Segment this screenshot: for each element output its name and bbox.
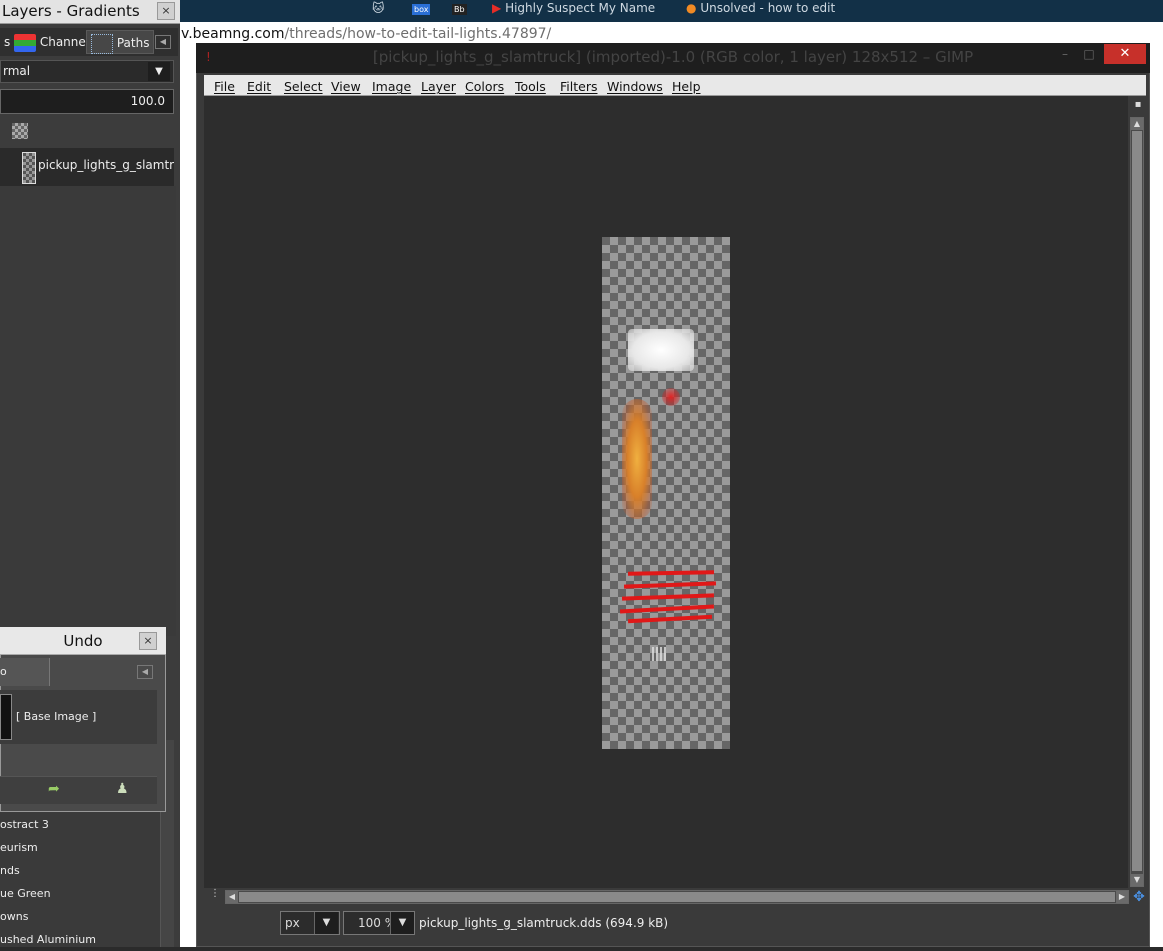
list-item[interactable]: eurism	[0, 837, 38, 859]
youtube-favicon-icon: ▶	[492, 1, 502, 15]
layers-dock-title: Layers - Gradients	[0, 0, 180, 24]
menu-image[interactable]: Image	[372, 79, 411, 94]
list-item[interactable]: ue Green	[0, 883, 51, 905]
box-favicon-icon: box	[412, 4, 431, 15]
navigate-icon[interactable]: ✥	[1131, 890, 1147, 906]
menu-arrow-icon[interactable]: ▪	[1131, 99, 1145, 115]
menu-select[interactable]: Select	[284, 79, 323, 94]
lock-row	[0, 118, 178, 144]
tab-menu-icon[interactable]: ◀	[137, 665, 153, 679]
headlight-white-patch	[628, 329, 694, 371]
red-light-bar	[627, 570, 715, 576]
redo-icon[interactable]: ➦	[48, 781, 60, 797]
beamng-favicon-icon: ●	[686, 1, 697, 15]
layers-tab-bar: s Channels Paths ◀	[0, 28, 178, 56]
list-item[interactable]: nds	[0, 860, 20, 882]
address-url[interactable]: v.beamng.com/threads/how-to-edit-tail-li…	[181, 26, 551, 42]
list-item[interactable]: ushed Aluminium	[0, 929, 96, 951]
clear-history-icon[interactable]: ♟	[116, 781, 129, 797]
browser-tab-favicon-icon: 🐱	[372, 1, 385, 15]
menu-view[interactable]: View	[331, 79, 361, 94]
menu-colors[interactable]: Colors	[465, 79, 504, 94]
browser-tab-3[interactable]: Bb	[452, 0, 486, 20]
list-item[interactable]: ostract 3	[0, 814, 49, 836]
scroll-right-icon[interactable]: ▶	[1116, 891, 1128, 903]
vertical-scroll-thumb[interactable]	[1132, 131, 1142, 871]
layer-thumbnail[interactable]	[22, 152, 36, 184]
menu-tools[interactable]: Tools	[515, 79, 546, 94]
tab-menu-icon[interactable]: ◀	[155, 35, 171, 49]
browser-tab-1[interactable]: 🐱	[372, 0, 406, 20]
minimize-icon[interactable]: –	[1054, 44, 1076, 64]
browser-tab-beamng[interactable]: ● Unsolved - how to edit	[686, 0, 866, 20]
menu-file[interactable]: File	[214, 79, 235, 94]
gradients-list: ostract 3 eurism nds ue Green owns ushed…	[0, 812, 160, 947]
red-light-bar	[627, 614, 713, 624]
red-dot-light	[662, 388, 680, 406]
lock-alpha-icon[interactable]	[12, 123, 28, 139]
close-button[interactable]: ✕	[1104, 44, 1146, 64]
tab-undo-history[interactable]: o History	[0, 658, 50, 706]
red-light-bar	[619, 604, 715, 614]
browser-tab-youtube[interactable]: ▶ Highly Suspect My Name	[492, 0, 664, 20]
small-light-mark	[652, 647, 666, 661]
browser-tab-title: Highly Suspect My Name	[505, 1, 656, 15]
window-title: [pickup_lights_g_slamtruck] (imported)-1…	[372, 48, 974, 66]
opacity-field[interactable]: 100.0	[0, 89, 174, 114]
layer-name[interactable]: pickup_lights_g_slamtruck.d	[38, 158, 174, 172]
list-item[interactable]: owns	[0, 906, 28, 928]
undo-action-bar: ➦ ♟	[0, 776, 157, 804]
menu-edit[interactable]: Edit	[247, 79, 271, 94]
chevron-down-icon[interactable]: ▼	[314, 912, 338, 934]
red-light-bar	[621, 593, 715, 601]
menu-help[interactable]: Help	[672, 79, 701, 94]
scroll-down-icon[interactable]: ▼	[1131, 874, 1143, 886]
browser-tab-strip: 🐱 box Bb ▶ Highly Suspect My Name ● Unso…	[180, 0, 1163, 22]
menu-filters[interactable]: Filters	[560, 79, 597, 94]
red-light-bar	[623, 581, 717, 589]
status-file-info: pickup_lights_g_slamtruck.dds (694.9 kB)	[419, 916, 669, 930]
undo-entry-label: [ Base Image ]	[16, 710, 97, 723]
channels-icon	[14, 33, 36, 52]
layers-close-button[interactable]: ×	[157, 2, 175, 20]
browser-tab-2[interactable]: box	[412, 0, 446, 20]
scroll-left-icon[interactable]: ◀	[226, 891, 238, 903]
tab-paths[interactable]: Paths	[86, 30, 155, 54]
menu-windows[interactable]: Windows	[607, 79, 663, 94]
image-canvas[interactable]	[602, 237, 730, 749]
scroll-up-icon[interactable]: ▲	[1131, 118, 1143, 130]
undo-thumbnail	[0, 694, 12, 740]
menu-layer[interactable]: Layer	[421, 79, 456, 94]
amber-light-strip	[622, 399, 652, 519]
layers-list	[0, 186, 176, 636]
bb-favicon-icon: Bb	[452, 4, 467, 15]
maximize-icon[interactable]: □	[1078, 44, 1100, 64]
undo-close-button[interactable]: ×	[139, 632, 157, 650]
chevron-down-icon[interactable]: ▼	[390, 912, 414, 934]
chevron-down-icon[interactable]: ▼	[148, 62, 170, 81]
paths-icon	[91, 33, 113, 54]
horizontal-scroll-thumb[interactable]	[239, 892, 1115, 902]
quick-mask-toggle[interactable]: ⋮	[208, 888, 222, 908]
browser-tab-title: Unsolved - how to edit	[700, 1, 836, 15]
